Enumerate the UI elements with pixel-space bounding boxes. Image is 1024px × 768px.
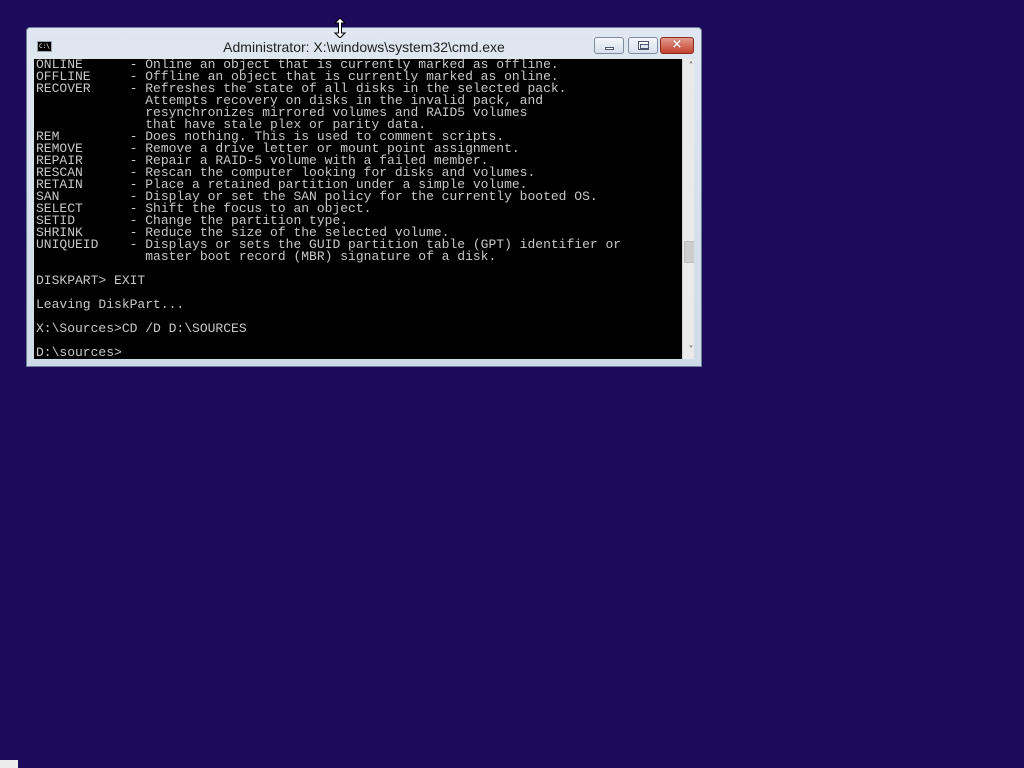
console-output-area[interactable]: ONLINE - Online an object that is curren… [34, 59, 694, 359]
scroll-up-button[interactable]: ˄ [683, 59, 694, 75]
console-line: master boot record (MBR) signature of a … [36, 249, 497, 264]
cmd-window[interactable]: C:\ Administrator: X:\windows\system32\c… [26, 27, 702, 367]
console-line: X:\Sources>CD /D D:\SOURCES [36, 321, 247, 336]
vertical-scrollbar[interactable]: ˄ ˅ [682, 59, 694, 359]
console-line: D:\sources> [36, 345, 122, 359]
maximize-icon [638, 41, 649, 50]
resize-vertical-cursor-icon [334, 18, 346, 38]
title-bar[interactable]: C:\ Administrator: X:\windows\system32\c… [27, 28, 701, 59]
desktop-background: C:\ Administrator: X:\windows\system32\c… [0, 0, 1024, 768]
scroll-thumb[interactable] [684, 241, 694, 263]
close-icon: × [671, 37, 683, 52]
minimize-icon [605, 47, 614, 50]
maximize-button[interactable] [628, 37, 658, 54]
console-line: DISKPART> EXIT [36, 273, 146, 288]
taskbar-corner [0, 760, 18, 768]
close-button[interactable]: × [660, 37, 694, 54]
console-text[interactable]: ONLINE - Online an object that is curren… [36, 59, 676, 359]
minimize-button[interactable] [594, 37, 624, 54]
console-line: Leaving DiskPart... [36, 297, 185, 312]
scroll-down-button[interactable]: ˅ [683, 343, 694, 359]
